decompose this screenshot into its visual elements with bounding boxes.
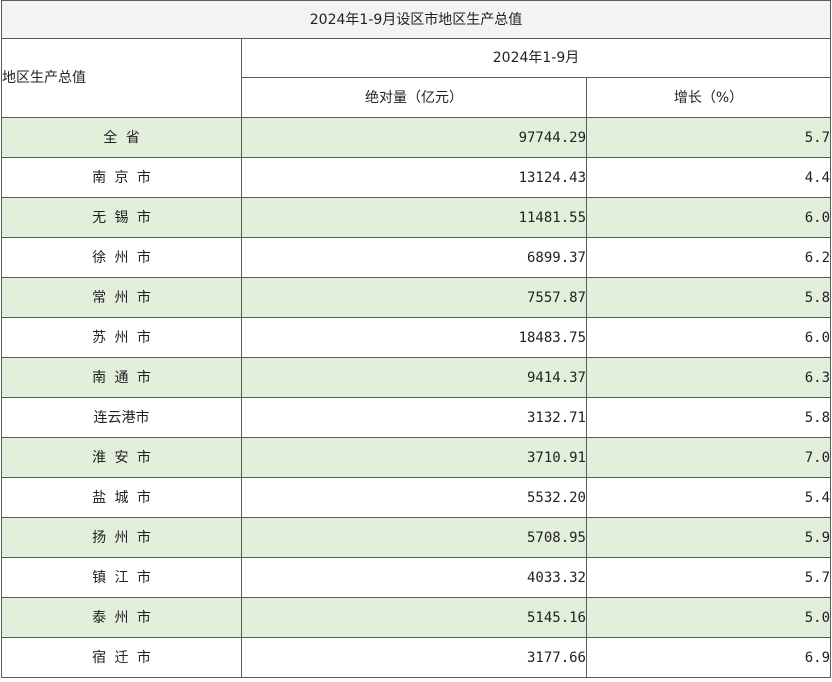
growth-rate-cell: 6.3 — [585, 357, 832, 398]
gdp-value-cell: 5708.95 — [241, 517, 587, 558]
table-title-row: 2024年1-9月设区市地区生产总值 — [0, 0, 832, 39]
growth-rate-cell: 6.0 — [585, 317, 832, 358]
region-name-cell: 盐 城 市 — [1, 477, 242, 518]
gdp-value-cell: 3132.71 — [241, 397, 587, 438]
region-name-cell: 淮 安 市 — [1, 437, 242, 478]
gdp-value-cell: 6899.37 — [241, 237, 587, 278]
growth-rate-cell: 7.0 — [585, 437, 832, 478]
region-name-cell: 全 省 — [1, 117, 242, 158]
region-name-cell: 扬 州 市 — [1, 517, 242, 558]
table-row: 全 省 97744.29 5.7 — [1, 117, 832, 158]
growth-rate-cell: 5.8 — [585, 397, 832, 438]
growth-column-header: 增长（%） — [585, 77, 832, 118]
gdp-value-cell: 7557.87 — [241, 277, 587, 318]
table-row: 淮 安 市 3710.91 7.0 — [1, 437, 832, 478]
region-name-cell: 连云港市 — [1, 397, 242, 438]
table-row: 常 州 市 7557.87 5.8 — [1, 277, 832, 318]
gdp-value-cell: 4033.32 — [241, 557, 587, 598]
table-row: 宿 迁 市 3177.66 6.9 — [1, 637, 832, 678]
gdp-value-cell: 97744.29 — [241, 117, 587, 158]
table-row: 南 通 市 9414.37 6.3 — [1, 357, 832, 398]
growth-rate-cell: 5.7 — [585, 117, 832, 158]
table-row: 南 京 市 13124.43 4.4 — [1, 157, 832, 198]
growth-rate-cell: 5.9 — [585, 517, 832, 558]
table-row: 连云港市 3132.71 5.8 — [1, 397, 832, 438]
gdp-value-cell: 3710.91 — [241, 437, 587, 478]
gdp-value-cell: 9414.37 — [241, 357, 587, 398]
table-row: 苏 州 市 18483.75 6.0 — [1, 317, 832, 358]
region-name-cell: 南 通 市 — [1, 357, 242, 398]
value-column-header: 绝对量（亿元） — [241, 77, 587, 118]
table-row: 徐 州 市 6899.37 6.2 — [1, 237, 832, 278]
growth-rate-cell: 5.4 — [585, 477, 832, 518]
growth-rate-cell: 6.9 — [585, 637, 832, 678]
gdp-value-cell: 18483.75 — [241, 317, 587, 358]
region-name-cell: 常 州 市 — [1, 277, 242, 318]
gdp-table: 2024年1-9月设区市地区生产总值 地区生产总值 2024年1-9月 绝对量（… — [0, 0, 832, 678]
period-header: 2024年1-9月 — [240, 38, 832, 78]
table-row: 盐 城 市 5532.20 5.4 — [1, 477, 832, 518]
region-name-cell: 泰 州 市 — [1, 597, 242, 638]
growth-rate-cell: 6.2 — [585, 237, 832, 278]
growth-rate-cell: 6.0 — [585, 197, 832, 238]
growth-rate-cell: 5.7 — [585, 557, 832, 598]
region-name-cell: 徐 州 市 — [1, 237, 242, 278]
region-name-cell: 南 京 市 — [1, 157, 242, 198]
region-name-cell: 苏 州 市 — [1, 317, 242, 358]
region-name-cell: 宿 迁 市 — [1, 637, 242, 678]
table-title: 2024年1-9月设区市地区生产总值 — [0, 0, 832, 39]
growth-rate-cell: 4.4 — [585, 157, 832, 198]
table-row: 扬 州 市 5708.95 5.9 — [1, 517, 832, 558]
growth-rate-cell: 5.8 — [585, 277, 832, 318]
region-name-cell: 无 锡 市 — [1, 197, 242, 238]
gdp-value-cell: 11481.55 — [241, 197, 587, 238]
header-row-1: 地区生产总值 2024年1-9月 — [1, 38, 832, 118]
growth-rate-cell: 5.0 — [585, 597, 832, 638]
table-row: 镇 江 市 4033.32 5.7 — [1, 557, 832, 598]
gdp-value-cell: 13124.43 — [241, 157, 587, 198]
gdp-value-cell: 5532.20 — [241, 477, 587, 518]
region-name-cell: 镇 江 市 — [1, 557, 242, 598]
gdp-value-cell: 3177.66 — [241, 637, 587, 678]
table-row: 泰 州 市 5145.16 5.0 — [1, 597, 832, 638]
table-row: 无 锡 市 11481.55 6.0 — [1, 197, 832, 238]
region-header: 地区生产总值 — [1, 38, 242, 118]
gdp-value-cell: 5145.16 — [241, 597, 587, 638]
